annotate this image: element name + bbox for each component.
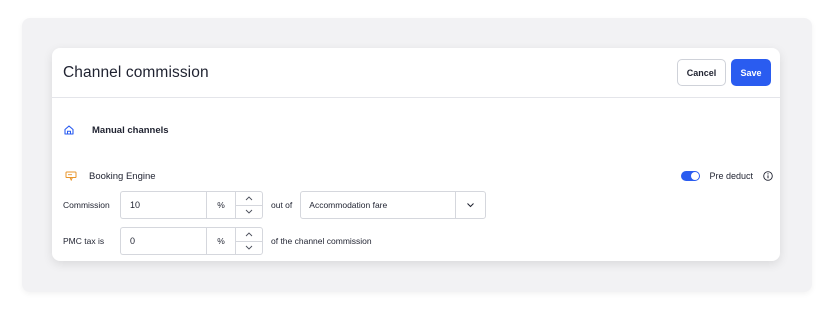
home-outline-icon xyxy=(63,124,75,136)
card-header: Channel commission Cancel Save xyxy=(52,48,780,98)
info-icon[interactable] xyxy=(763,171,773,181)
pmc-tax-input[interactable] xyxy=(120,227,206,255)
chevron-down-icon xyxy=(245,245,253,250)
save-button[interactable]: Save xyxy=(731,59,771,86)
increment-button[interactable] xyxy=(236,192,262,205)
channel-name: Booking Engine xyxy=(89,170,156,182)
decrement-button[interactable] xyxy=(236,204,262,219)
cancel-button[interactable]: Cancel xyxy=(677,59,726,86)
pre-deduct-toggle[interactable] xyxy=(681,171,701,181)
pmc-tax-stepper xyxy=(235,227,263,255)
out-of-label: out of xyxy=(271,200,293,210)
commission-label: Commission xyxy=(63,200,110,210)
commission-basis-value: Accommodation fare xyxy=(309,200,388,210)
chevron-down-icon[interactable] xyxy=(455,192,485,218)
booking-engine-icon xyxy=(65,171,77,181)
commission-stepper xyxy=(235,191,263,219)
chevron-up-icon xyxy=(245,196,253,201)
section-header: Manual channels xyxy=(63,124,169,136)
commission-input[interactable] xyxy=(120,191,206,219)
chevron-up-icon xyxy=(245,232,253,237)
pmc-tax-row: PMC tax is % of the channel commission xyxy=(63,227,372,255)
chevron-down-icon xyxy=(245,209,253,214)
commission-number-group: % xyxy=(120,191,263,219)
section-title: Manual channels xyxy=(92,124,169,136)
page-title: Channel commission xyxy=(63,63,209,81)
pmc-tax-label: PMC tax is xyxy=(63,236,105,246)
pmc-tax-unit: % xyxy=(206,227,235,255)
decrement-button[interactable] xyxy=(236,240,262,255)
commission-unit: % xyxy=(206,191,235,219)
commission-row: Commission % out of Accommodation fare xyxy=(63,191,487,219)
pmc-tax-suffix: of the channel commission xyxy=(271,236,372,246)
commission-basis-select[interactable]: Accommodation fare xyxy=(300,191,487,219)
pre-deduct-label: Pre deduct xyxy=(709,171,753,181)
pmc-tax-number-group: % xyxy=(120,227,263,255)
increment-button[interactable] xyxy=(236,228,262,241)
channel-row: Booking Engine Pre deduct xyxy=(65,169,773,183)
